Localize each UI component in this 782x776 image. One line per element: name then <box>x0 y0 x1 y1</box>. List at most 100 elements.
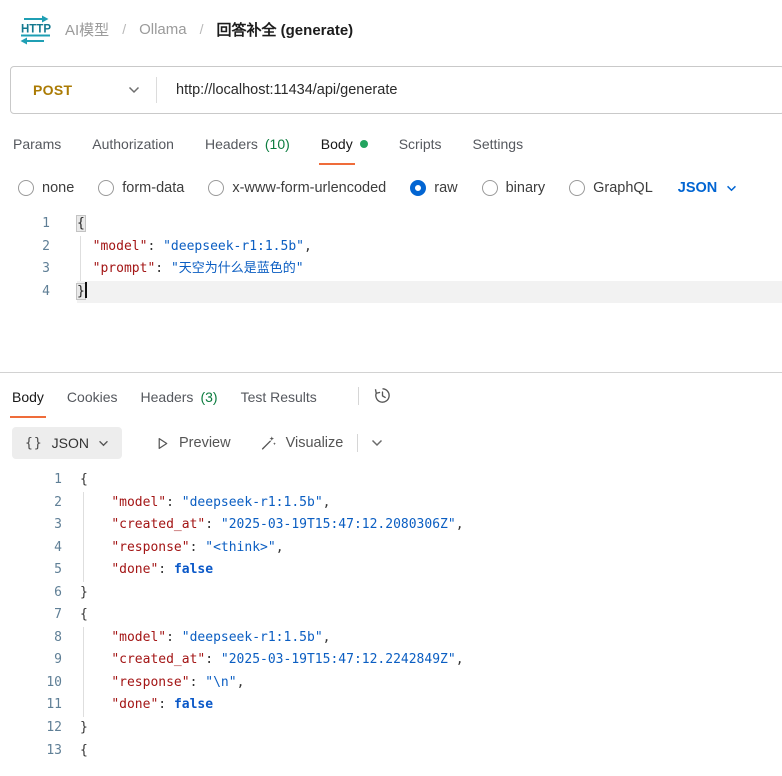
request-tabs: Params Authorization Headers (10) Body Script… <box>0 114 782 165</box>
tab-label: Params <box>13 136 62 152</box>
response-tabs-extra <box>340 386 392 418</box>
code-line[interactable]: 13 { <box>0 740 782 763</box>
request-body-editor[interactable]: 1{2 "model": "deepseek-r1:1.5b", 3 "promp… <box>0 213 782 372</box>
line-number: 11 <box>46 697 62 713</box>
request-tab-params[interactable]: Params <box>13 136 61 165</box>
method-label: POST <box>33 82 73 98</box>
request-tab-authorization[interactable]: Authorization <box>92 136 174 165</box>
code-token: "created_at" <box>111 652 206 668</box>
request-tab-scripts[interactable]: Scripts <box>399 136 442 165</box>
response-format-label: JSON <box>51 435 89 451</box>
request-tab-settings[interactable]: Settings <box>473 136 524 165</box>
code-token: "<think>" <box>205 539 276 555</box>
code-token: { <box>77 216 85 231</box>
code-content[interactable]: "created_at": "2025-03-19T15:47:12.20803… <box>80 514 782 537</box>
indent-guide <box>83 536 84 560</box>
code-token: "2025-03-19T15:47:12.2242849Z" <box>220 652 456 668</box>
code-line[interactable]: 4 "response": "<think>", <box>0 536 782 560</box>
preview-play-icon <box>155 436 170 451</box>
url-input[interactable]: http://localhost:11434/api/generate <box>157 82 397 98</box>
response-tab-test-results[interactable]: Test Results <box>241 389 317 418</box>
response-format-dropdown[interactable]: {} JSON <box>12 427 122 459</box>
code-line[interactable]: 1{ <box>0 213 782 236</box>
body-type-raw[interactable]: raw <box>410 180 458 196</box>
response-toolbar: {} JSON Preview Visualize <box>0 418 782 459</box>
code-content[interactable]: "created_at": "2025-03-19T15:47:12.22428… <box>80 649 782 672</box>
toolbar-divider <box>357 434 359 452</box>
tabs-divider <box>357 386 359 405</box>
code-content[interactable]: { <box>80 604 782 627</box>
code-content[interactable]: { <box>80 740 782 763</box>
body-type-x-www-form-urlencoded[interactable]: x-www-form-urlencoded <box>208 180 386 196</box>
code-content[interactable]: "model": "deepseek-r1:1.5b", <box>80 626 782 650</box>
format-chevron-icon <box>726 185 737 192</box>
response-tab-cookies[interactable]: Cookies <box>67 389 118 418</box>
code-content[interactable]: "model": "deepseek-r1:1.5b", <box>77 235 782 259</box>
body-type-none[interactable]: none <box>18 180 74 196</box>
code-line[interactable]: 10 "response": "\n", <box>0 671 782 695</box>
code-line[interactable]: 3 "prompt": "天空为什么是蓝色的" <box>0 258 782 281</box>
code-line[interactable]: 6} <box>0 582 782 605</box>
response-tab-body[interactable]: Body <box>10 389 46 418</box>
code-content[interactable]: "response": "\n", <box>80 671 782 695</box>
radio-icon <box>569 180 586 196</box>
code-content[interactable]: "model": "deepseek-r1:1.5b", <box>80 491 782 515</box>
code-line[interactable]: 9 "created_at": "2025-03-19T15:47:12.224… <box>0 649 782 672</box>
tab-label: Headers <box>204 136 258 152</box>
tab-label: Cookies <box>66 389 118 405</box>
code-content[interactable]: } <box>80 717 782 740</box>
line-number: 2 <box>42 238 50 254</box>
line-number: 2 <box>54 494 62 510</box>
code-token: "model" <box>92 238 148 254</box>
code-line[interactable]: 5 "done": false <box>0 559 782 582</box>
code-content[interactable]: } <box>80 582 782 605</box>
radio-icon <box>208 180 225 196</box>
code-content[interactable]: "response": "<think>", <box>80 536 782 560</box>
body-type-form-data[interactable]: form-data <box>98 180 184 196</box>
request-url-bar: POST http://localhost:11434/api/generate <box>10 66 782 114</box>
code-line[interactable]: 2 "model": "deepseek-r1:1.5b", <box>0 235 782 259</box>
code-line[interactable]: 12} <box>0 717 782 740</box>
code-line[interactable]: 3 "created_at": "2025-03-19T15:47:12.208… <box>0 514 782 537</box>
code-line[interactable]: 1{ <box>0 469 782 492</box>
code-line[interactable]: 7{ <box>0 604 782 627</box>
response-tab-headers[interactable]: Headers (3) <box>141 389 218 418</box>
preview-button[interactable]: Preview <box>155 435 231 451</box>
code-content[interactable]: } <box>77 280 782 304</box>
svg-text:HTTP: HTTP <box>21 24 51 36</box>
code-token: , <box>275 539 284 555</box>
code-token: false <box>173 562 214 578</box>
code-content[interactable]: "done": false <box>80 694 782 718</box>
radio-icon <box>98 180 115 196</box>
visualize-button[interactable]: Visualize <box>259 434 343 452</box>
body-type-graphql[interactable]: GraphQL <box>569 180 653 196</box>
code-content[interactable]: "done": false <box>80 559 782 582</box>
raw-format-dropdown[interactable]: JSON <box>678 180 738 196</box>
history-icon[interactable] <box>373 386 392 405</box>
code-token: { <box>80 607 88 623</box>
code-token: , <box>455 652 464 668</box>
response-body-editor[interactable]: 1{2 "model": "deepseek-r1:1.5b", 3 "creat… <box>0 469 782 762</box>
code-line[interactable]: 4} <box>0 280 782 304</box>
radio-label: binary <box>505 180 546 196</box>
code-line[interactable]: 11 "done": false <box>0 694 782 718</box>
breadcrumb-item-folder[interactable]: AI模型 <box>65 19 109 40</box>
breadcrumb-item-subfolder[interactable]: Ollama <box>139 21 187 38</box>
code-content[interactable]: "prompt": "天空为什么是蓝色的" <box>77 258 782 281</box>
more-options-chevron-icon[interactable] <box>371 439 383 447</box>
code-line[interactable]: 8 "model": "deepseek-r1:1.5b", <box>0 626 782 650</box>
code-token: : <box>205 517 221 533</box>
breadcrumb: HTTP AI模型 / Ollama / 回答补全 (generate) <box>0 0 782 48</box>
request-tab-body[interactable]: Body <box>318 136 368 165</box>
indent-guide <box>80 258 81 281</box>
body-type-radiogroup: none form-data x-www-form-urlencoded raw bin… <box>0 165 782 196</box>
body-type-binary[interactable]: binary <box>481 180 546 196</box>
code-content[interactable]: { <box>77 213 782 236</box>
code-content[interactable]: { <box>80 469 782 492</box>
method-dropdown[interactable]: POST <box>11 82 156 98</box>
request-tab-headers[interactable]: Headers (10) <box>205 136 290 165</box>
line-number: 5 <box>54 562 62 578</box>
code-line[interactable]: 2 "model": "deepseek-r1:1.5b", <box>0 491 782 515</box>
